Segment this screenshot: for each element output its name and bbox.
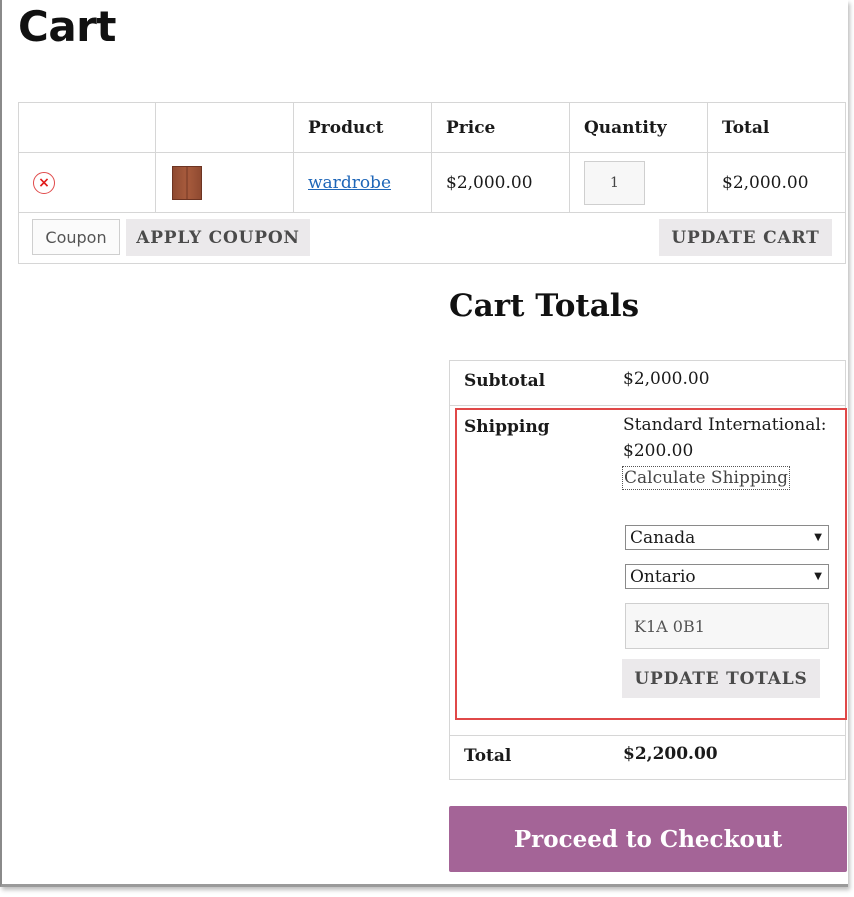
divider <box>450 735 845 736</box>
subtotal-value: $2,000.00 <box>623 369 710 389</box>
calculate-shipping-link[interactable]: Calculate Shipping <box>622 466 790 490</box>
dropdown-arrow-icon: ▼ <box>814 571 822 582</box>
header-product: Product <box>294 103 432 152</box>
header-price: Price <box>432 103 570 152</box>
product-link[interactable]: wardrobe <box>308 173 391 193</box>
line-total-cell: $2,000.00 <box>708 153 846 212</box>
quantity-cell: 1 <box>570 153 708 212</box>
product-thumbnail[interactable] <box>172 166 202 200</box>
cart-totals-title: Cart Totals <box>449 288 639 324</box>
postcode-input[interactable]: K1A 0B1 <box>625 603 829 649</box>
product-cell: wardrobe <box>294 153 432 212</box>
province-select[interactable]: Ontario ▼ <box>625 564 829 589</box>
table-header-row: Product Price Quantity Total <box>19 103 845 153</box>
thumbnail-cell <box>156 153 294 212</box>
header-total: Total <box>708 103 846 152</box>
country-value: Canada <box>630 528 695 548</box>
apply-coupon-button[interactable]: APPLY COUPON <box>126 219 310 256</box>
page-panel: Cart Product Price Quantity Total × ward… <box>0 0 848 887</box>
proceed-to-checkout-button[interactable]: Proceed to Checkout <box>449 806 847 872</box>
header-quantity: Quantity <box>570 103 708 152</box>
total-label: Total <box>464 746 511 766</box>
subtotal-label: Subtotal <box>464 371 545 391</box>
total-value: $2,200.00 <box>623 744 718 764</box>
country-select[interactable]: Canada ▼ <box>625 525 829 550</box>
table-row: × wardrobe $2,000.00 1 $2,000.00 <box>19 153 845 213</box>
price-cell: $2,000.00 <box>432 153 570 212</box>
remove-item-icon[interactable]: × <box>33 172 55 194</box>
header-thumbnail <box>156 103 294 152</box>
update-cart-button[interactable]: UPDATE CART <box>659 219 832 256</box>
cart-actions: Coupon APPLY COUPON UPDATE CART <box>19 213 845 264</box>
divider <box>450 405 845 406</box>
dropdown-arrow-icon: ▼ <box>814 532 822 543</box>
remove-cell: × <box>19 153 156 212</box>
page-title: Cart <box>18 2 116 51</box>
cart-table: Product Price Quantity Total × wardrobe … <box>18 102 846 264</box>
header-remove <box>19 103 156 152</box>
quantity-input[interactable]: 1 <box>584 161 645 205</box>
update-totals-button[interactable]: UPDATE TOTALS <box>622 659 820 698</box>
coupon-input[interactable]: Coupon <box>32 219 120 255</box>
province-value: Ontario <box>630 567 696 587</box>
